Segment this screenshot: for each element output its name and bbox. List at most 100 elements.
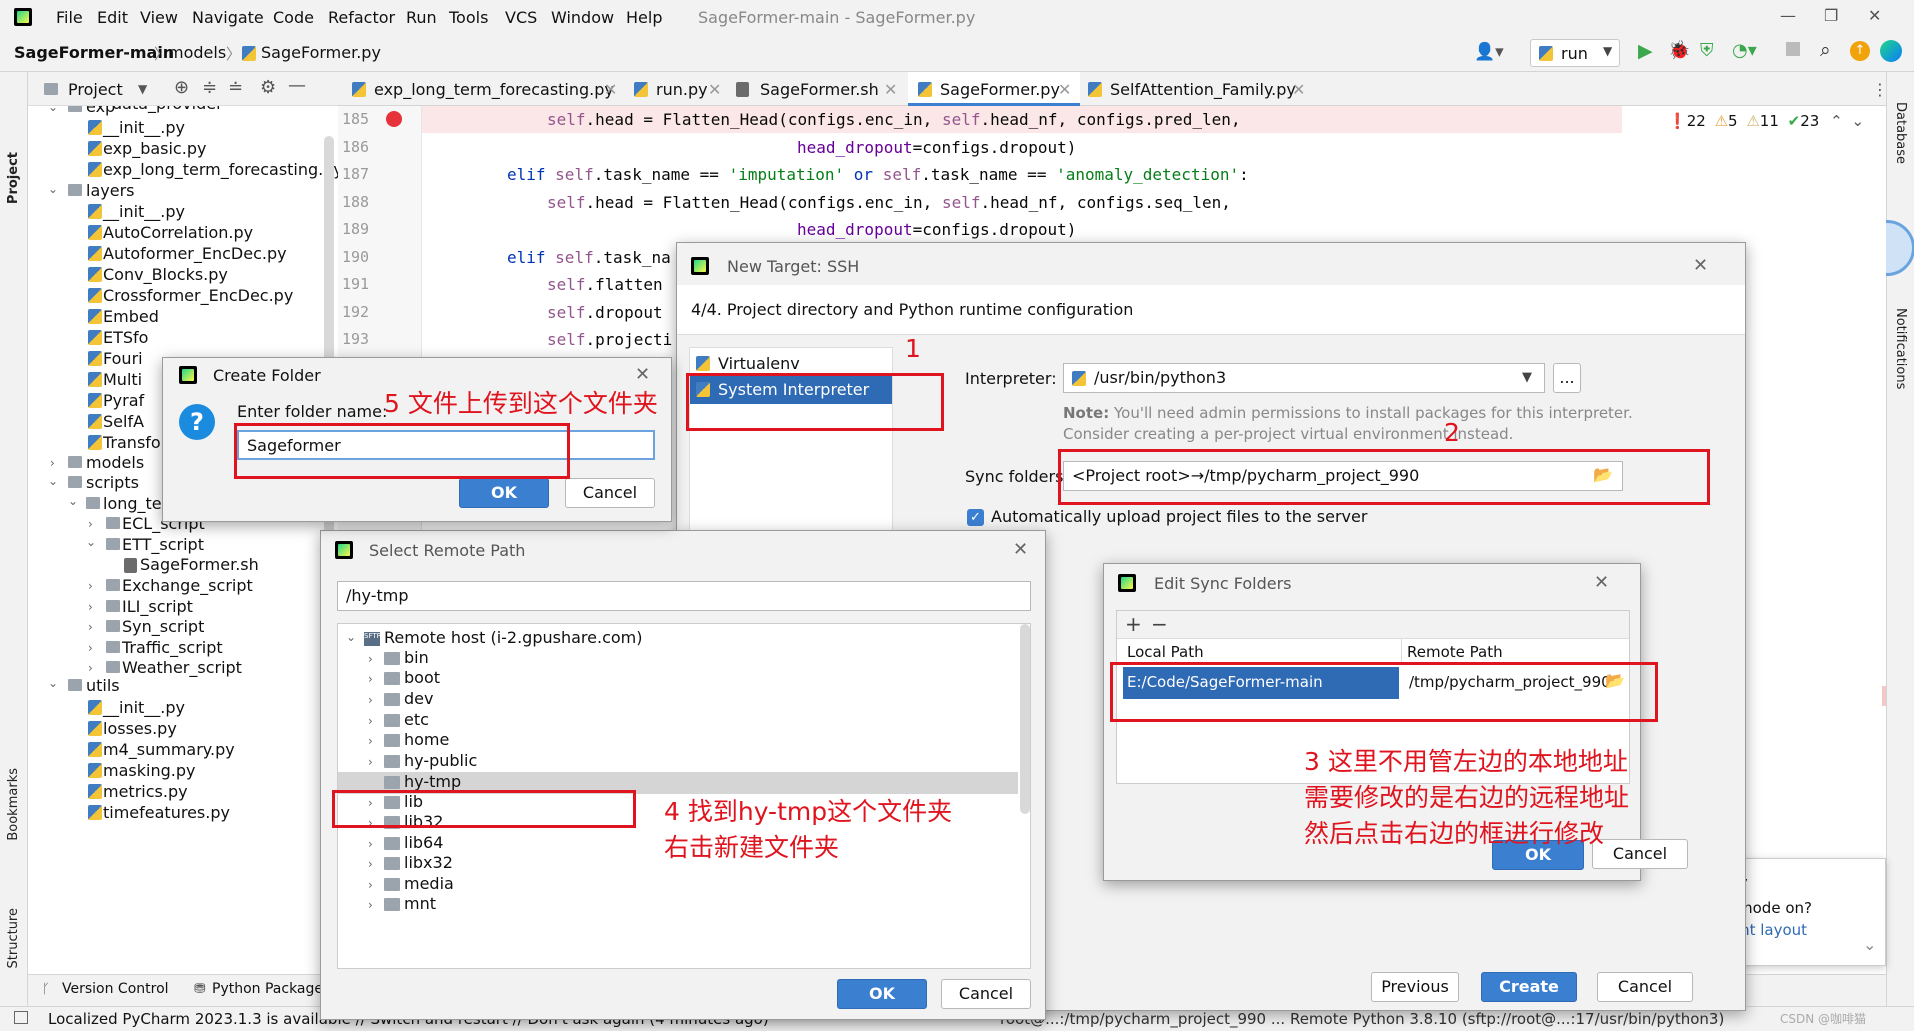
- debug-icon[interactable]: 🐞: [1668, 40, 1690, 61]
- chevron-down-icon[interactable]: ⌄: [48, 474, 58, 488]
- tree-file[interactable]: Crossformer_EncDec.py: [103, 286, 293, 305]
- hide-panel-icon[interactable]: —: [288, 75, 306, 96]
- remote-folder[interactable]: lib64: [404, 833, 443, 852]
- notifications-tool-tab[interactable]: Notifications: [1893, 308, 1908, 389]
- cancel-button[interactable]: Cancel: [941, 979, 1031, 1009]
- gear-icon[interactable]: ⚙: [260, 77, 276, 98]
- breadcrumb-project[interactable]: SageFormer-main: [14, 43, 174, 62]
- chevron-down-icon[interactable]: ⌄: [48, 676, 58, 690]
- coverage-icon[interactable]: ⛨: [1700, 40, 1714, 61]
- chevron-right-icon[interactable]: ›: [368, 878, 373, 892]
- tree-folder-models[interactable]: models: [86, 453, 144, 472]
- breadcrumb-file[interactable]: SageFormer.py: [261, 43, 381, 62]
- tree-folder-data-provider[interactable]: data_provider: [112, 106, 223, 113]
- tree-folder-layers[interactable]: layers: [86, 181, 134, 200]
- chevron-right-icon[interactable]: ›: [368, 755, 373, 769]
- chevron-down-icon[interactable]: ⌄: [68, 494, 78, 508]
- menu-tools[interactable]: Tools: [449, 8, 488, 27]
- structure-tool-tab[interactable]: Structure: [6, 908, 21, 968]
- remote-folder[interactable]: hy-public: [404, 751, 477, 770]
- tree-folder[interactable]: Exchange_script: [122, 576, 253, 595]
- bookmarks-tool-tab[interactable]: Bookmarks: [6, 768, 21, 841]
- chevron-down-icon[interactable]: ▼: [138, 82, 147, 96]
- tab-sageformer-py-active[interactable]: SageFormer.py ✕: [908, 72, 1080, 106]
- close-tab-icon[interactable]: ✕: [1058, 80, 1071, 99]
- remote-folder[interactable]: mnt: [404, 894, 436, 913]
- tree-folder-utils[interactable]: utils: [86, 676, 120, 695]
- chevron-right-icon[interactable]: ›: [50, 456, 55, 470]
- run-config-select[interactable]: run ▼: [1530, 39, 1620, 67]
- chevron-down-icon[interactable]: ⌄: [86, 535, 96, 549]
- create-button[interactable]: Create: [1481, 972, 1577, 1002]
- tree-file[interactable]: exp_long_term_forecasting.py: [103, 160, 338, 179]
- tree-file[interactable]: timefeatures.py: [103, 803, 230, 822]
- project-panel-title[interactable]: Project: [68, 80, 123, 99]
- menu-edit[interactable]: Edit: [97, 8, 128, 27]
- remote-folder[interactable]: dev: [404, 689, 433, 708]
- project-tool-tab[interactable]: Project: [6, 152, 21, 204]
- browse-interpreter-button[interactable]: ...: [1553, 363, 1581, 393]
- sync-cancel-button[interactable]: Cancel: [1592, 839, 1688, 869]
- tree-folder[interactable]: Weather_script: [122, 658, 242, 677]
- tree-file[interactable]: ETSfo: [103, 328, 148, 347]
- layout-toggle-icon[interactable]: [14, 1011, 28, 1024]
- tab-exp-long-term-forecasting[interactable]: exp_long_term_forecasting.py: [374, 80, 614, 99]
- close-tab-icon[interactable]: ✕: [604, 80, 617, 99]
- chevron-right-icon[interactable]: ›: [368, 898, 373, 912]
- chevron-right-icon[interactable]: ›: [88, 641, 93, 655]
- tree-file[interactable]: losses.py: [103, 719, 177, 738]
- tree-file[interactable]: SelfA: [103, 412, 144, 431]
- tab-selfattention-family[interactable]: SelfAttention_Family.py: [1110, 80, 1296, 99]
- locate-icon[interactable]: ⊕: [174, 77, 189, 98]
- search-icon[interactable]: ⌕: [1820, 39, 1831, 61]
- close-icon[interactable]: ✕: [1594, 572, 1609, 593]
- chevron-down-icon[interactable]: ⌄: [1863, 935, 1876, 954]
- chevron-right-icon[interactable]: ›: [368, 734, 373, 748]
- chevron-right-icon[interactable]: ›: [368, 857, 373, 871]
- database-tool-tab[interactable]: Database: [1893, 102, 1908, 164]
- tab-sageformer-sh[interactable]: SageFormer.sh: [760, 80, 879, 99]
- status-right[interactable]: root@...:/tmp/pycharm_project_990 ... Re…: [1000, 1010, 1724, 1028]
- tree-file[interactable]: __init__.py: [103, 698, 185, 717]
- tree-file[interactable]: Conv_Blocks.py: [103, 265, 228, 284]
- remote-folder[interactable]: etc: [404, 710, 429, 729]
- remove-icon[interactable]: −: [1151, 612, 1168, 636]
- chevron-right-icon[interactable]: ›: [88, 661, 93, 675]
- cancel-button[interactable]: Cancel: [1597, 972, 1693, 1002]
- remote-folder[interactable]: libx32: [404, 853, 453, 872]
- auto-upload-checkbox[interactable]: ✓: [967, 509, 984, 526]
- tree-file[interactable]: Autoformer_EncDec.py: [103, 244, 287, 263]
- tree-file[interactable]: __init__.py: [103, 118, 185, 137]
- close-tab-icon[interactable]: ✕: [708, 80, 721, 99]
- ide-logo-icon[interactable]: [1880, 40, 1902, 62]
- update-icon[interactable]: ↑: [1850, 41, 1870, 61]
- tree-folder-scripts[interactable]: scripts: [86, 473, 139, 492]
- remote-host-root[interactable]: Remote host (i-2.gpushare.com): [384, 628, 642, 647]
- chevron-right-icon[interactable]: ›: [368, 652, 373, 666]
- run-icon[interactable]: ▶: [1638, 40, 1653, 62]
- restore-icon[interactable]: ❐: [1824, 6, 1838, 25]
- menu-window[interactable]: Window: [551, 8, 614, 27]
- chevron-right-icon[interactable]: ›: [368, 672, 373, 686]
- previous-button[interactable]: Previous: [1371, 972, 1459, 1002]
- ok-button[interactable]: OK: [459, 478, 549, 508]
- breakpoint-icon[interactable]: [386, 111, 402, 127]
- menu-navigate[interactable]: Navigate: [192, 8, 264, 27]
- menu-run[interactable]: Run: [406, 8, 437, 27]
- remote-tree-scrollbar[interactable]: [1020, 624, 1030, 814]
- chevron-down-icon[interactable]: ⌄: [1851, 112, 1864, 130]
- chevron-right-icon[interactable]: ›: [88, 579, 93, 593]
- minimize-icon[interactable]: —: [1780, 6, 1796, 25]
- menu-file[interactable]: File: [56, 8, 83, 27]
- remote-folder[interactable]: bin: [404, 648, 429, 667]
- chevron-down-icon[interactable]: ⌄: [48, 106, 58, 114]
- tree-folder[interactable]: Traffic_script: [122, 638, 223, 657]
- interpreter-select[interactable]: /usr/bin/python3 ▼: [1063, 363, 1545, 393]
- tree-file[interactable]: __init__.py: [103, 202, 185, 221]
- inspection-widget[interactable]: ❗22 ⚠5 ⚠11 ✔23 ⌃ ⌄: [1668, 112, 1878, 134]
- collapse-all-icon[interactable]: ≐: [228, 77, 243, 98]
- expand-all-icon[interactable]: ≑: [202, 77, 217, 98]
- tree-file[interactable]: Multi: [103, 370, 142, 389]
- stop-icon[interactable]: [1786, 42, 1800, 56]
- chevron-right-icon[interactable]: ›: [368, 693, 373, 707]
